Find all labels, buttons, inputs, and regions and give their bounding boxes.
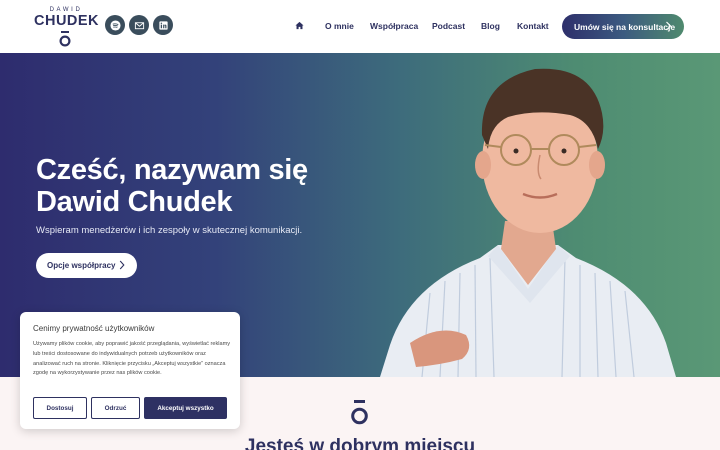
hero-title-line-2: Dawid Chudek — [36, 186, 233, 218]
hero-subtitle: Wspieram menedżerów i ich zespoły w skut… — [36, 225, 303, 236]
logo-mark-icon — [351, 400, 368, 425]
nav-item-kontakt[interactable]: Kontakt — [517, 21, 549, 31]
nav-item-wspolpraca[interactable]: Współpraca — [370, 21, 418, 31]
cookie-description: Używamy plików cookie, aby poprawić jako… — [33, 341, 231, 377]
cookie-title: Cenimy prywatność użytkowników — [33, 324, 155, 333]
hero-title-line-1: Cześć, nazywam się — [36, 154, 308, 186]
spotify-icon — [109, 19, 121, 31]
nav-item-podcast[interactable]: Podcast — [432, 21, 465, 31]
linkedin-icon — [158, 20, 168, 30]
cookie-consent-banner: Cenimy prywatność użytkowników Używamy p… — [20, 312, 240, 429]
mail-icon — [134, 21, 144, 29]
logo[interactable]: DAWID CHUDEK — [34, 6, 100, 47]
logo-mark-icon — [59, 31, 71, 47]
chevron-right-icon — [666, 21, 672, 31]
hero-title: Cześć, nazywam się Dawid Chudek — [36, 154, 308, 218]
mail-link[interactable] — [129, 15, 149, 35]
home-icon[interactable] — [295, 21, 304, 30]
reject-cookies-button[interactable]: Odrzuć — [91, 397, 140, 419]
customize-cookies-button[interactable]: Dostosuj — [33, 397, 87, 419]
nav-item-o-mnie[interactable]: O mnie — [325, 21, 354, 31]
linkedin-link[interactable] — [153, 15, 173, 35]
portrait-photo — [380, 68, 676, 377]
accept-all-cookies-button[interactable]: Akceptuj wszystko — [144, 397, 227, 419]
consultation-button[interactable]: Umów się na konsultacje — [562, 14, 684, 39]
spotify-link[interactable] — [105, 15, 125, 35]
site-header: DAWID CHUDEK O mnie Współpraca Podcast B… — [0, 0, 720, 53]
chevron-right-icon — [119, 260, 125, 270]
logo-main-text: CHUDEK — [34, 13, 100, 29]
cooperation-options-button[interactable]: Opcje współpracy — [36, 253, 137, 278]
section-title: Jesteś w dobrym miejscu — [244, 436, 476, 450]
cooperation-options-label: Opcje współpracy — [47, 261, 116, 270]
nav-item-blog[interactable]: Blog — [481, 21, 500, 31]
consultation-button-label: Umów się na konsultacje — [574, 21, 676, 32]
